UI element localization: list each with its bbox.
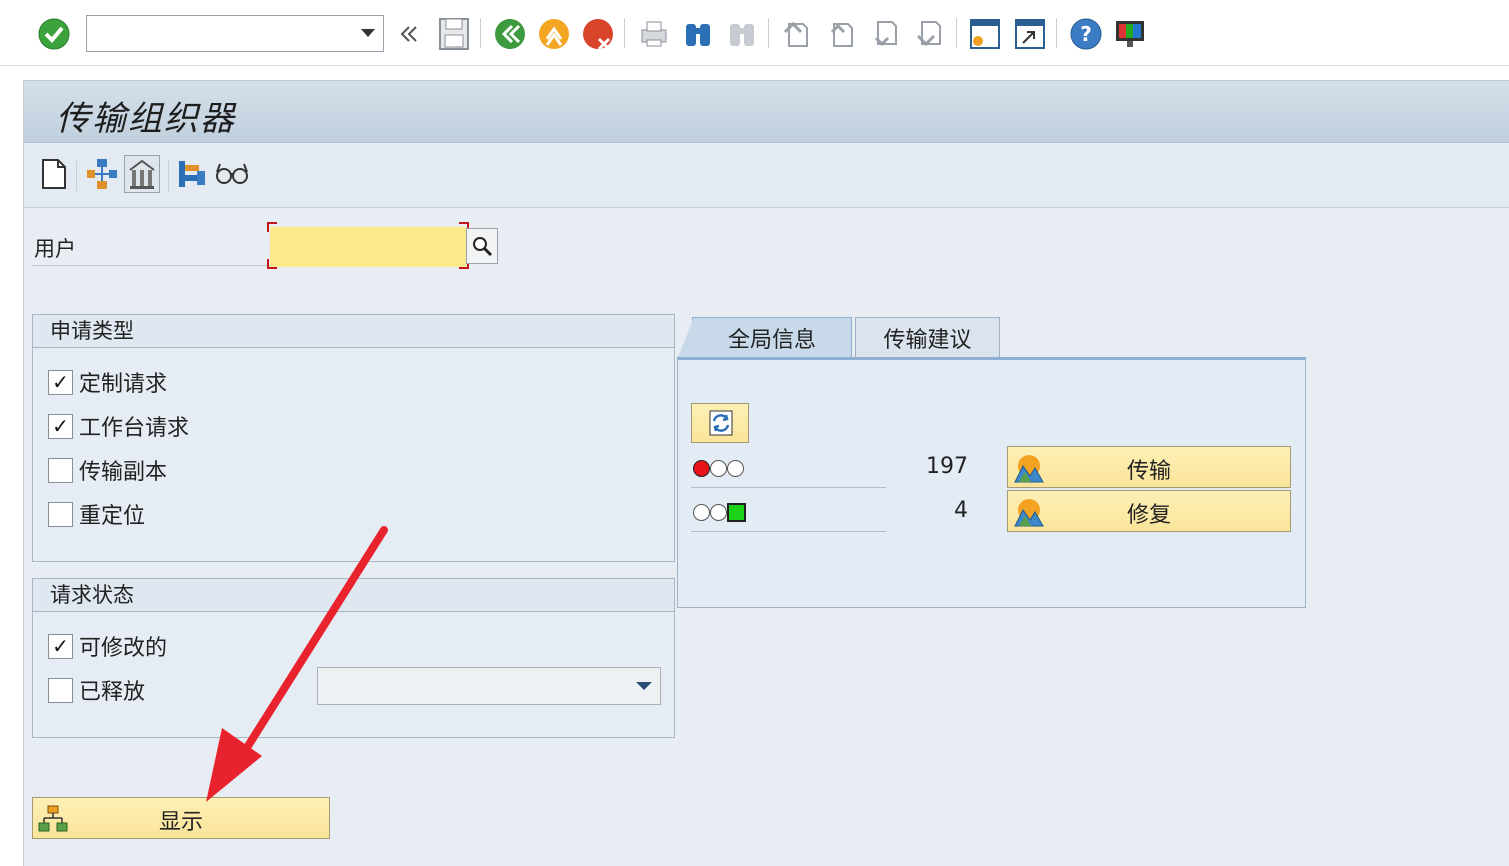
svg-text:?: ? (1080, 22, 1092, 46)
workbench-tools-icon[interactable] (174, 155, 210, 193)
green-light (727, 503, 746, 522)
back-double-icon[interactable] (389, 14, 429, 54)
request-type-title: 申请类型 (33, 315, 674, 348)
status-light-red (691, 456, 751, 482)
repair-button-label: 修复 (1126, 503, 1171, 528)
request-status-group: 请求状态 ✓ 可修改的 已释放 (32, 578, 675, 738)
yellow-light-off (710, 460, 727, 477)
first-page-icon[interactable] (777, 14, 817, 54)
application-toolbar (24, 144, 1509, 208)
system-toolbar: ? (0, 0, 1509, 66)
transport-button-label: 传输 (1126, 459, 1171, 484)
checkbox-label: 定制请求 (79, 372, 168, 397)
green-light-off (727, 460, 744, 477)
page-title: 传输组织器 (56, 99, 236, 139)
enter-icon[interactable] (34, 14, 74, 54)
checkbox-box[interactable]: ✓ (48, 413, 73, 439)
checkbox-label: 已释放 (79, 680, 146, 705)
status-light-green (691, 500, 751, 526)
tab-label: 全局信息 (727, 327, 816, 353)
toolbar-separator (768, 18, 769, 48)
checkbox-custom-request[interactable]: ✓ 定制请求 (48, 366, 167, 398)
new-document-icon[interactable] (36, 155, 72, 193)
user-label: 用户 (34, 237, 76, 261)
transport-system-icon[interactable] (124, 155, 160, 193)
create-session-icon[interactable] (965, 14, 1005, 54)
print-icon[interactable] (634, 14, 674, 54)
chevron-down-icon[interactable] (361, 29, 375, 37)
user-search-button[interactable] (466, 228, 498, 264)
toolbar-separator (956, 18, 957, 48)
transport-button[interactable]: 传输 (1007, 446, 1291, 488)
checkbox-label: 传输副本 (79, 460, 168, 485)
tab-global-info[interactable]: 全局信息 (692, 317, 852, 357)
row-divider (691, 487, 886, 488)
checkbox-box[interactable] (48, 677, 73, 703)
transport-route-icon[interactable] (84, 155, 120, 193)
row-divider (691, 531, 886, 532)
checkbox-modifiable[interactable]: ✓ 可修改的 (48, 630, 167, 662)
user-input[interactable] (270, 227, 466, 267)
checkbox-box[interactable] (48, 457, 73, 483)
checkbox-label: 重定位 (79, 504, 146, 529)
checkbox-transport-copy[interactable]: 传输副本 (48, 454, 167, 486)
exit-icon[interactable] (534, 14, 574, 54)
checkbox-box[interactable]: ✓ (48, 633, 73, 659)
chevron-down-icon[interactable] (636, 682, 652, 690)
display-button[interactable]: 显示 (32, 797, 330, 839)
shortcut-icon[interactable] (1010, 14, 1050, 54)
toolbar-separator (168, 161, 169, 191)
cancel-icon[interactable] (578, 14, 618, 54)
required-marker (267, 259, 277, 269)
help-icon[interactable]: ? (1066, 14, 1106, 54)
released-select[interactable] (317, 667, 661, 705)
previous-page-icon[interactable] (822, 14, 862, 54)
checkbox-box[interactable] (48, 501, 73, 527)
repair-count: 4 (954, 498, 968, 523)
refresh-button[interactable] (691, 403, 749, 443)
title-bar: 传输组织器 (24, 81, 1509, 143)
find-icon[interactable] (678, 14, 718, 54)
repair-button[interactable]: 修复 (1007, 490, 1291, 532)
transport-count: 197 (926, 454, 968, 479)
save-icon[interactable] (434, 14, 474, 54)
display-glasses-icon[interactable] (214, 155, 250, 193)
refresh-icon (709, 410, 733, 436)
tab-label: 传输建议 (883, 327, 972, 353)
next-page-icon[interactable] (866, 14, 906, 54)
red-light-off (693, 504, 710, 521)
request-status-title: 请求状态 (33, 579, 674, 612)
tab-transport-proposal[interactable]: 传输建议 (855, 317, 1000, 357)
checkbox-box[interactable]: ✓ (48, 369, 73, 395)
toolbar-separator (480, 18, 481, 48)
main-frame: 传输组织器 用户 申请类型 ✓ 定制请求 ✓ 工作台请求 传输副本 重定位 请求… (23, 80, 1509, 866)
checkbox-released[interactable]: 已释放 (48, 674, 145, 706)
required-marker (267, 222, 277, 232)
yellow-light-off (710, 504, 727, 521)
tab-slant (678, 317, 694, 357)
checkbox-label: 工作台请求 (79, 416, 190, 441)
toolbar-separator (1056, 18, 1057, 48)
command-field[interactable] (86, 15, 384, 52)
toolbar-separator (624, 18, 625, 48)
checkbox-label: 可修改的 (79, 636, 168, 661)
user-label-underline (32, 265, 272, 266)
last-page-icon[interactable] (910, 14, 950, 54)
back-icon[interactable] (490, 14, 530, 54)
toolbar-separator (76, 161, 77, 191)
checkbox-relocation[interactable]: 重定位 (48, 498, 145, 530)
search-icon (473, 237, 493, 257)
find-next-icon[interactable] (722, 14, 762, 54)
customize-layout-icon[interactable] (1110, 14, 1150, 54)
global-info-panel: 197 传输 4 修复 (677, 357, 1306, 608)
checkbox-workbench-request[interactable]: ✓ 工作台请求 (48, 410, 189, 442)
display-button-label: 显示 (158, 810, 203, 835)
request-type-group: 申请类型 ✓ 定制请求 ✓ 工作台请求 传输副本 重定位 (32, 314, 675, 562)
red-light (693, 460, 710, 477)
